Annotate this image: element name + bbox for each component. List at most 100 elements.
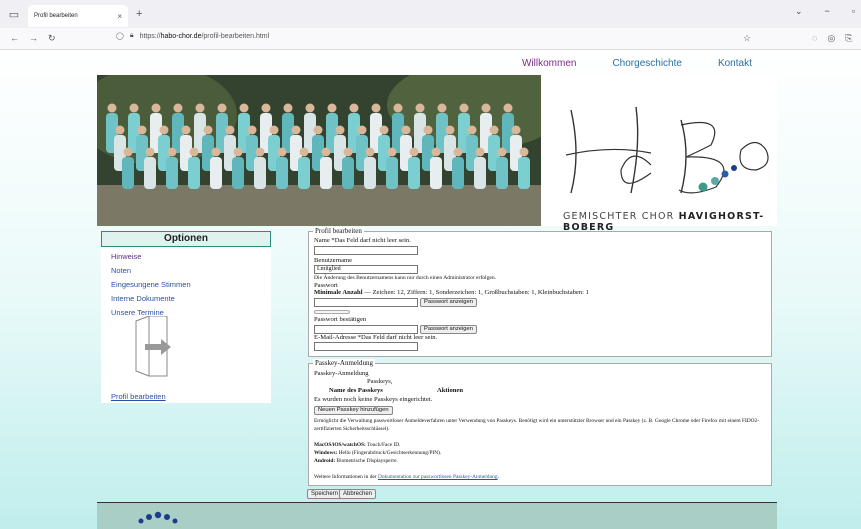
singer-figure xyxy=(166,157,178,189)
new-tab-button[interactable]: + xyxy=(136,8,142,20)
confirm-password-label: Passwort bestätigen xyxy=(314,316,367,323)
pocket-icon[interactable]: ◌ xyxy=(812,33,817,44)
sidebar-item-noten[interactable]: Noten xyxy=(111,266,271,275)
singer-head xyxy=(357,125,367,135)
page-content: Willkommen Chorgeschichte Kontakt GEMISC… xyxy=(0,50,861,529)
singer-head xyxy=(459,103,469,113)
reload-icon[interactable]: ↻ xyxy=(48,33,56,44)
shield-icon[interactable]: ◯ xyxy=(116,32,124,40)
passkey-subheading: Passkeys, xyxy=(367,378,393,385)
singer-head xyxy=(511,125,521,135)
singer-head xyxy=(255,147,265,157)
username-input[interactable]: Lmitglied xyxy=(314,265,418,274)
singer-head xyxy=(423,125,433,135)
singer-head xyxy=(445,125,455,135)
singer-head xyxy=(129,103,139,113)
window-controls: ⌄ − ▫ xyxy=(795,6,855,17)
url-domain: habo-chor.de xyxy=(160,32,202,40)
singer-head xyxy=(497,147,507,157)
singer-head xyxy=(313,125,323,135)
singer-figure xyxy=(276,157,288,189)
singer-head xyxy=(247,125,257,135)
singer-head xyxy=(283,103,293,113)
add-passkey-button[interactable]: Neuen Passkey hinzufügen xyxy=(314,406,393,415)
nav-kontakt[interactable]: Kontakt xyxy=(718,58,752,69)
singer-head xyxy=(277,147,287,157)
singer-head xyxy=(343,147,353,157)
tagline-text: GEMISCHTER CHOR xyxy=(563,211,679,222)
nav-willkommen[interactable]: Willkommen xyxy=(522,58,576,69)
sidebar-item-hinweise[interactable]: Hinweise xyxy=(111,252,271,261)
sidebar-item-eingesungene-stimmen[interactable]: Eingesungene Stimmen xyxy=(111,280,271,289)
sidebar-item-interne-dokumente[interactable]: Interne Dokumente xyxy=(111,294,271,303)
more-info-suffix: . xyxy=(497,474,499,480)
minimize-button[interactable]: − xyxy=(825,6,830,17)
email-input[interactable] xyxy=(314,342,418,351)
singer-head xyxy=(409,147,419,157)
android-label: Android: xyxy=(314,458,336,464)
singer-head xyxy=(181,125,191,135)
singer-figure xyxy=(430,157,442,189)
singer-head xyxy=(115,125,125,135)
singer-figure xyxy=(386,157,398,189)
singer-head xyxy=(349,103,359,113)
singer-figure xyxy=(364,157,376,189)
singer-head xyxy=(387,147,397,157)
browser-tab[interactable]: Profil bearbeiten × xyxy=(28,5,128,27)
habo-logo: GEMISCHTER CHOR HAVIGHORST-BOBERG xyxy=(541,75,777,233)
password-input[interactable] xyxy=(314,298,418,307)
tab-list-icon[interactable]: ⌄ xyxy=(795,6,803,17)
choir-photo xyxy=(97,75,541,226)
choir-photo-image xyxy=(97,75,541,226)
mac-label: MacOS/iOS/watchOS: xyxy=(314,442,366,448)
singer-head xyxy=(159,125,169,135)
forward-icon[interactable]: → xyxy=(29,33,38,44)
passkey-fieldset: Passkey-Anmeldung Passkey-Anmeldung Pass… xyxy=(308,359,772,486)
singer-head xyxy=(233,147,243,157)
nav-chorgeschichte[interactable]: Chorgeschichte xyxy=(612,58,681,69)
name-input[interactable] xyxy=(314,246,418,255)
back-icon[interactable]: ← xyxy=(10,33,19,44)
singer-figure xyxy=(122,157,134,189)
sidebar-item-profil-bearbeiten[interactable]: Profil bearbeiten xyxy=(111,392,166,401)
singer-head xyxy=(467,125,477,135)
username-label: Benutzername xyxy=(314,257,353,264)
singer-head xyxy=(217,103,227,113)
save-button[interactable]: Speichern xyxy=(307,489,343,499)
show-confirm-password-button[interactable]: Passwort anzeigen xyxy=(420,325,477,334)
singer-figure xyxy=(408,157,420,189)
address-field[interactable]: ◯ 🔒︎ https://habo-chor.de/profil-bearbei… xyxy=(116,32,269,40)
passkey-empty-note: Es wurden noch keine Passkeys eingericht… xyxy=(314,396,433,403)
logout-door-icon[interactable] xyxy=(131,316,181,381)
cancel-button[interactable]: Abbrechen xyxy=(339,489,377,499)
close-tab-icon[interactable]: × xyxy=(117,12,122,21)
passkey-legend: Passkey-Anmeldung xyxy=(313,359,375,367)
singer-head xyxy=(203,125,213,135)
maximize-button[interactable]: ▫ xyxy=(852,6,855,17)
browser-tab-bar: ▭ Profil bearbeiten × + ⌄ − ▫ xyxy=(0,0,861,28)
col-passkey-name: Name des Passkeys xyxy=(329,387,383,394)
extensions-icon[interactable]: ⎘ xyxy=(845,33,852,44)
name-label: Name *Das Feld darf nicht leer sein. xyxy=(314,237,411,244)
passkey-docs-link[interactable]: Dokumentation zur passwortlosen Passkey-… xyxy=(378,474,498,480)
footer-logo-dots xyxy=(138,511,178,524)
tab-overview-icon[interactable]: ▭ xyxy=(0,8,28,21)
singer-figure xyxy=(188,157,200,189)
singer-head xyxy=(481,103,491,113)
singer-head xyxy=(393,103,403,113)
account-icon[interactable]: ◎ xyxy=(827,33,835,44)
singer-head xyxy=(379,125,389,135)
url-path: /profil-bearbeiten.html xyxy=(201,32,270,40)
singer-head xyxy=(365,147,375,157)
singer-head xyxy=(489,125,499,135)
choir-tagline: GEMISCHTER CHOR HAVIGHORST-BOBERG xyxy=(563,211,777,233)
bookmark-star-icon[interactable]: ☆ xyxy=(743,33,751,44)
singer-head xyxy=(475,147,485,157)
singer-head xyxy=(371,103,381,113)
show-password-button[interactable]: Passwort anzeigen xyxy=(420,298,477,307)
singer-head xyxy=(299,147,309,157)
lock-icon[interactable]: 🔒︎ xyxy=(130,32,134,40)
confirm-password-input[interactable] xyxy=(314,325,418,334)
passkey-description: Ermöglicht die Verwaltung passwortloser … xyxy=(314,418,760,432)
singer-head xyxy=(437,103,447,113)
